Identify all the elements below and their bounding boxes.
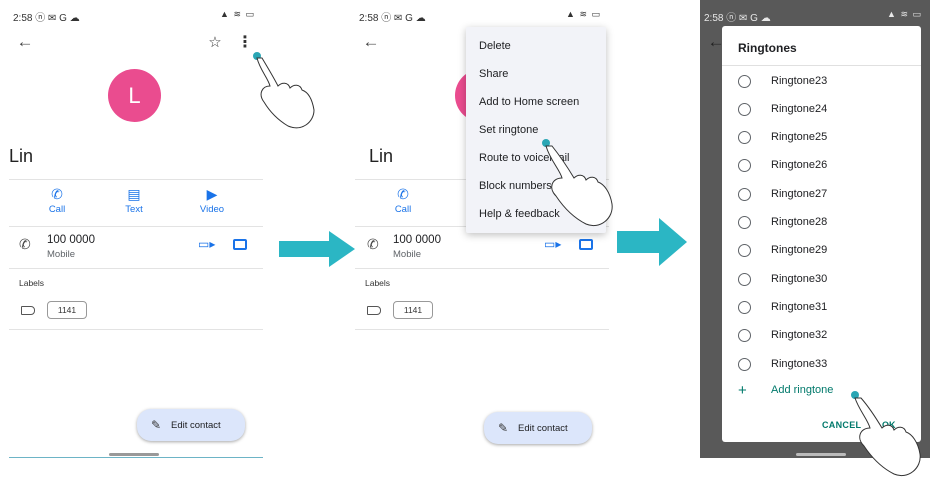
contact-name: Lin [9, 146, 34, 166]
status-time: 2:58 ⓝ ✉ G ☁ [704, 13, 771, 24]
phone-icon: ✆ [397, 186, 409, 202]
back-arrow-icon[interactable]: ← [13, 30, 37, 54]
text-action-label: Text [125, 204, 143, 215]
labels-header: Labels [19, 278, 45, 288]
label-tag-icon [367, 306, 381, 315]
back-arrow-icon[interactable]: ← [359, 30, 383, 54]
radio-button[interactable] [738, 273, 751, 286]
radio-button[interactable] [738, 329, 751, 342]
video-icon: ▶ [206, 186, 218, 202]
contact-name: Lin [369, 146, 394, 166]
status-system-icons: ▲ ≋ ▭ [566, 9, 601, 19]
labels-header: Labels [365, 278, 391, 288]
gesture-bar [109, 453, 159, 456]
status-bar: 2:58 ⓝ ✉ G ☁ ▲ ≋ ▭ [9, 0, 263, 26]
radio-button[interactable] [738, 216, 751, 229]
label-tag-icon [21, 306, 35, 315]
divider [722, 65, 921, 66]
phone-screen-contact: 2:58 ⓝ ✉ G ☁ ▲ ≋ ▭ ← ☆ ⋮ L Lin ✆ Call ▤ … [9, 0, 263, 458]
message-icon: ▤ [127, 186, 141, 202]
ringtone-option[interactable]: Ringtone27 [738, 185, 908, 205]
label-chip[interactable]: 1141 [393, 301, 433, 319]
radio-button[interactable] [738, 301, 751, 314]
call-action-label: Call [394, 204, 412, 215]
pencil-icon: ✎ [498, 421, 509, 435]
tap-hand-icon [542, 139, 613, 226]
divider [355, 268, 609, 269]
status-bar: 2:58 ⓝ ✉ G ☁ ▲ ≋ ▭ [700, 0, 930, 26]
label-chip[interactable]: 1141 [47, 301, 87, 319]
text-action-button[interactable]: ▤ Text [110, 186, 158, 215]
radio-button[interactable] [738, 244, 751, 257]
ringtone-option[interactable]: Ringtone23 [738, 72, 908, 92]
phone-type: Mobile [47, 249, 75, 260]
edit-contact-label: Edit contact [171, 419, 221, 431]
call-action-button[interactable]: ✆ Call [33, 186, 81, 215]
menu-item-delete[interactable]: Delete [479, 40, 511, 52]
phone-number[interactable]: 100 0000 [393, 234, 441, 246]
phone-icon: ✆ [367, 236, 379, 252]
add-ringtone-label: Add ringtone [771, 384, 834, 396]
pencil-icon: ✎ [151, 418, 162, 432]
phone-number[interactable]: 100 0000 [47, 234, 95, 246]
star-icon[interactable]: ☆ [205, 30, 225, 54]
edit-contact-button[interactable]: ✎ Edit contact [137, 409, 245, 441]
divider [9, 329, 263, 330]
message-icon[interactable] [579, 239, 593, 250]
next-step-arrow-icon [617, 218, 687, 266]
radio-button[interactable] [738, 103, 751, 116]
ringtone-option[interactable]: Ringtone29 [738, 241, 908, 261]
call-action-label: Call [48, 204, 66, 215]
edit-contact-button[interactable]: ✎ Edit contact [484, 412, 592, 444]
ringtone-option[interactable]: Ringtone24 [738, 100, 908, 120]
menu-item-add-to-home-screen[interactable]: Add to Home screen [479, 96, 579, 108]
status-bar: 2:58 ⓝ ✉ G ☁ ▲ ≋ ▭ [355, 0, 609, 26]
ringtone-option[interactable]: Ringtone32 [738, 326, 908, 346]
radio-button[interactable] [738, 358, 751, 371]
ringtone-option[interactable]: Ringtone30 [738, 270, 908, 290]
radio-button[interactable] [738, 75, 751, 88]
ringtones-dialog: Ringtones Ringtone23 Ringtone24 Ringtone… [722, 26, 921, 442]
video-call-icon[interactable]: ▭▸ [544, 237, 561, 251]
edit-contact-label: Edit contact [518, 422, 568, 434]
tutorial-stage: 2:58 ⓝ ✉ G ☁ ▲ ≋ ▭ ← ☆ ⋮ L Lin ✆ Call ▤ … [0, 0, 930, 483]
status-time: 2:58 ⓝ ✉ G ☁ [13, 13, 80, 24]
status-time: 2:58 ⓝ ✉ G ☁ [359, 13, 426, 24]
video-action-label: Video [199, 204, 225, 215]
ringtone-option[interactable]: Ringtone31 [738, 298, 908, 318]
menu-item-set-ringtone[interactable]: Set ringtone [479, 124, 538, 136]
ringtone-option[interactable]: Ringtone25 [738, 128, 908, 148]
video-call-icon[interactable]: ▭▸ [198, 237, 215, 251]
status-system-icons: ▲ ≋ ▭ [220, 9, 255, 19]
divider [9, 179, 263, 180]
ringtone-option[interactable]: Ringtone28 [738, 213, 908, 233]
phone-icon: ✆ [51, 186, 63, 202]
radio-button[interactable] [738, 188, 751, 201]
phone-type: Mobile [393, 249, 421, 260]
dialog-title: Ringtones [738, 41, 797, 55]
ringtone-option[interactable]: Ringtone33 [738, 355, 908, 375]
ringtone-option[interactable]: Ringtone26 [738, 156, 908, 176]
tap-hand-icon [253, 52, 315, 129]
avatar: L [108, 69, 161, 122]
call-action-button[interactable]: ✆ Call [379, 186, 427, 215]
divider [9, 226, 263, 227]
tap-hand-icon [851, 391, 921, 476]
radio-button[interactable] [738, 131, 751, 144]
divider [9, 268, 263, 269]
plus-icon: + [738, 382, 747, 399]
video-action-button[interactable]: ▶ Video [188, 186, 236, 215]
radio-button[interactable] [738, 159, 751, 172]
phone-icon: ✆ [19, 236, 31, 252]
menu-item-share[interactable]: Share [479, 68, 508, 80]
next-step-arrow-icon [279, 231, 355, 267]
divider [355, 329, 609, 330]
status-system-icons: ▲ ≋ ▭ [887, 9, 922, 19]
message-icon[interactable] [233, 239, 247, 250]
gesture-bar [796, 453, 846, 456]
